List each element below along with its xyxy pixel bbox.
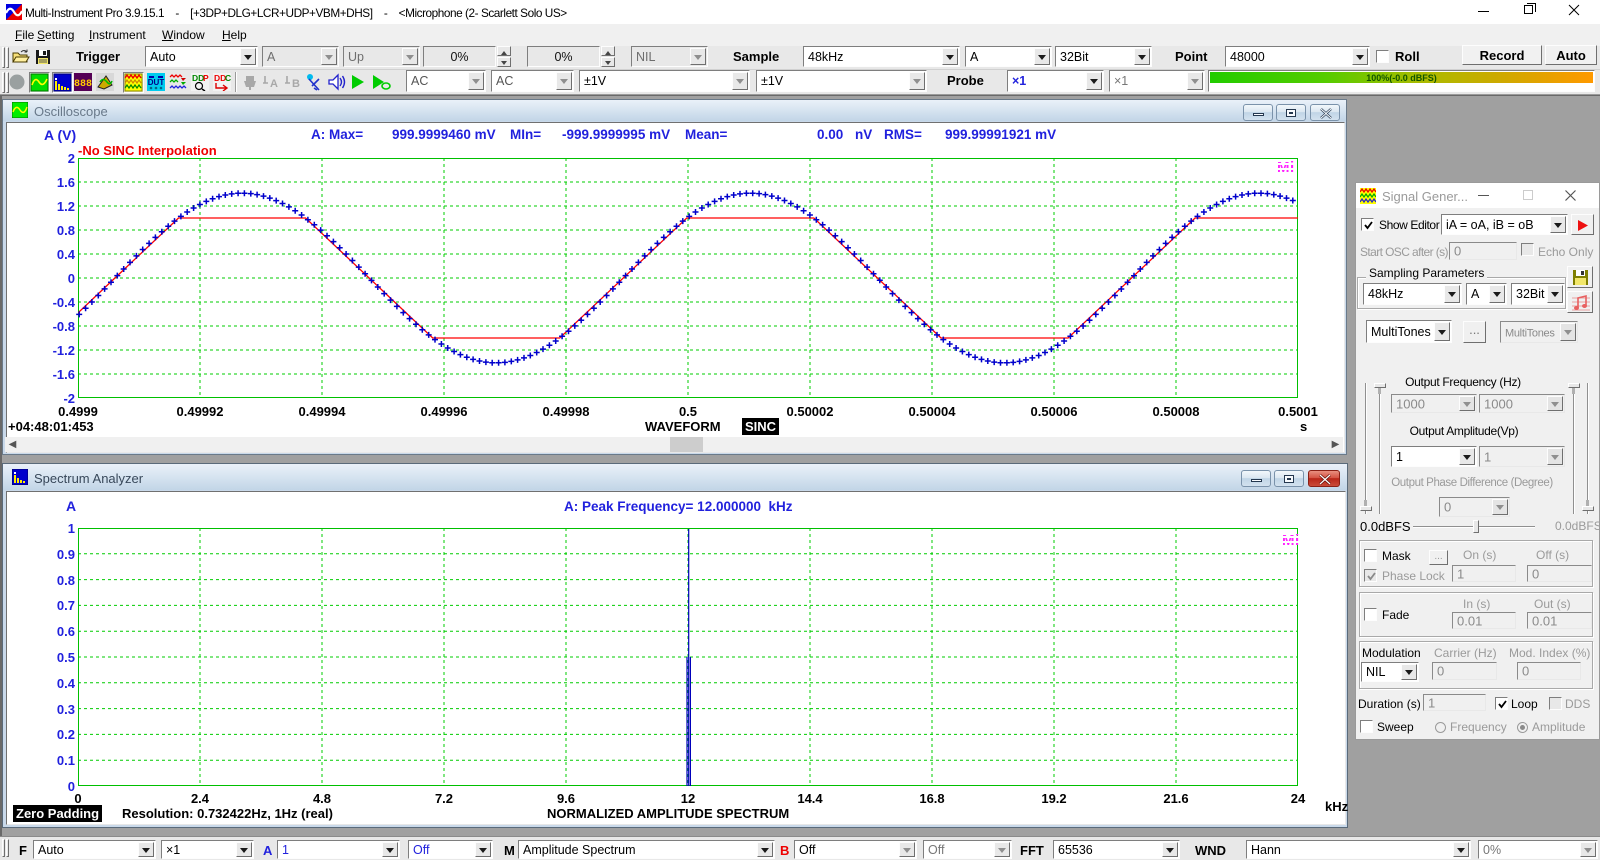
svg-text:B: B	[292, 78, 300, 90]
svg-text:C: C	[225, 73, 231, 83]
svg-text:A: A	[270, 78, 278, 90]
svg-text:888: 888	[74, 79, 92, 90]
svg-text:P: P	[203, 73, 209, 83]
svg-text:DUT: DUT	[148, 78, 165, 87]
